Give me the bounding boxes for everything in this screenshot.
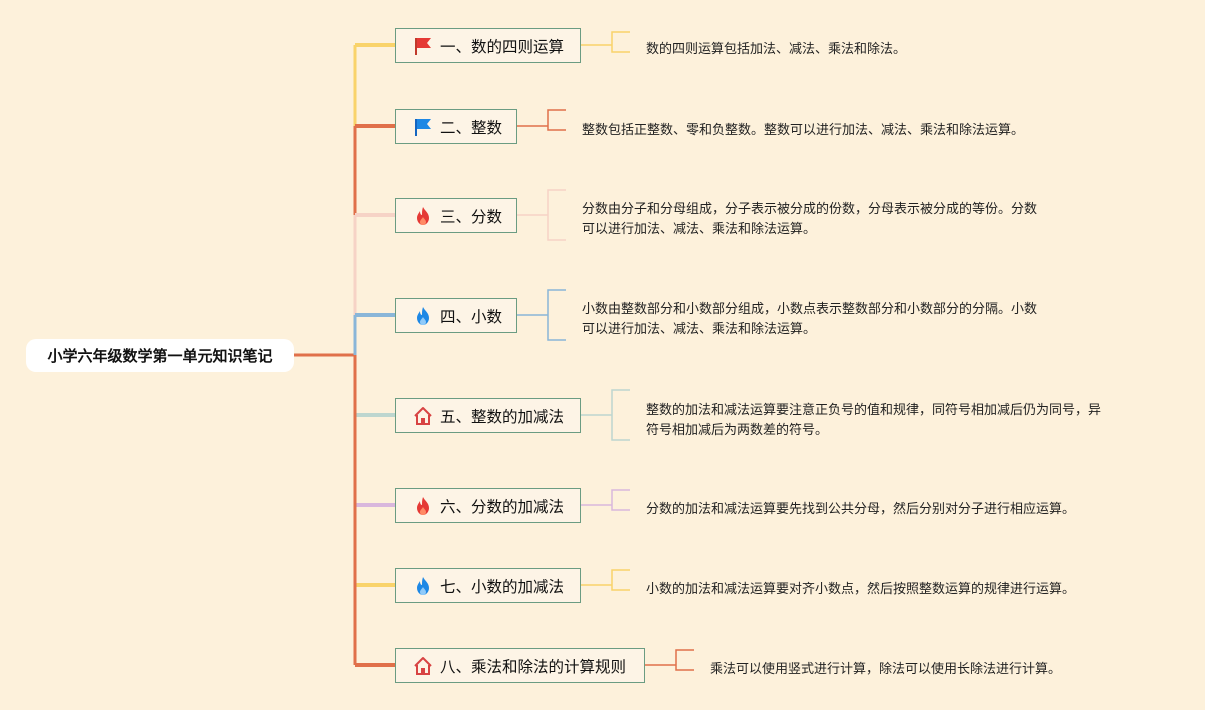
topic-note: 整数的加法和减法运算要注意正负号的值和规律，同符号相加减后仍为同号，异 符号相加减… — [646, 401, 1101, 441]
topic-note: 数的四则运算包括加法、减法、乘法和除法。 — [646, 40, 906, 60]
note-bracket — [547, 189, 566, 241]
topic-node[interactable]: 三、分数 — [395, 198, 517, 233]
topic-label: 一、数的四则运算 — [440, 37, 565, 56]
note-line: 整数包括正整数、零和负整数。整数可以进行加法、减法、乘法和除法运算。 — [582, 123, 1025, 138]
topic-label: 五、整数的加减法 — [440, 407, 565, 426]
note-bracket — [611, 569, 630, 591]
topic-node[interactable]: 八、乘法和除法的计算规则 — [395, 648, 645, 683]
note-bracket — [547, 109, 566, 131]
topic-node[interactable]: 七、小数的加减法 — [395, 568, 581, 603]
topic-node[interactable]: 二、整数 — [395, 109, 517, 144]
topic-note: 分数由分子和分母组成，分子表示被分成的份数，分母表示被分成的等份。分数 可以进行加… — [582, 200, 1037, 240]
topic-note: 分数的加法和减法运算要先找到公共分母，然后分别对分子进行相应运算。 — [646, 500, 1075, 520]
topic-label: 七、小数的加减法 — [440, 577, 565, 596]
note-bracket — [611, 489, 630, 511]
root-topic[interactable]: 小学六年级数学第一单元知识笔记 — [26, 339, 294, 372]
note-line: 数的四则运算包括加法、减法、乘法和除法。 — [646, 42, 907, 57]
topic-label: 八、乘法和除法的计算规则 — [440, 657, 627, 676]
mind-map-canvas: 小学六年级数学第一单元知识笔记 一、数的四则运算 数的四则运算包括加法、减法、乘法… — [0, 0, 1205, 710]
red-flag-icon — [412, 35, 434, 57]
note-bracket — [611, 31, 630, 53]
topic-label: 四、小数 — [440, 307, 503, 326]
house-icon — [412, 405, 434, 427]
note-line: 小数由整数部分和小数部分组成，小数点表示整数部分和小数部分的分隔。小数 — [582, 302, 1038, 317]
note-line: 乘法可以使用竖式进行计算，除法可以使用长除法进行计算。 — [710, 662, 1062, 677]
topic-node[interactable]: 五、整数的加减法 — [395, 398, 581, 433]
topic-label: 六、分数的加减法 — [440, 497, 565, 516]
topic-label: 三、分数 — [440, 207, 503, 226]
note-line: 可以进行加法、减法、乘法和除法运算。 — [582, 322, 817, 337]
blue-flag-icon — [412, 116, 434, 138]
topic-note: 小数由整数部分和小数部分组成，小数点表示整数部分和小数部分的分隔。小数 可以进行加… — [582, 300, 1037, 340]
blue-fire-icon — [412, 575, 434, 597]
topic-note: 小数的加法和减法运算要对齐小数点，然后按照整数运算的规律进行运算。 — [646, 580, 1075, 600]
topic-node[interactable]: 四、小数 — [395, 298, 517, 333]
note-line: 分数由分子和分母组成，分子表示被分成的份数，分母表示被分成的等份。分数 — [582, 202, 1038, 217]
fire-icon — [412, 495, 434, 517]
note-bracket — [547, 289, 566, 341]
topic-label: 二、整数 — [440, 118, 503, 137]
note-line: 整数的加法和减法运算要注意正负号的值和规律，同符号相加减后仍为同号，异 — [646, 403, 1102, 418]
topic-node[interactable]: 一、数的四则运算 — [395, 28, 581, 63]
topic-node[interactable]: 六、分数的加减法 — [395, 488, 581, 523]
note-bracket — [675, 649, 694, 671]
fire-icon — [412, 205, 434, 227]
note-line: 小数的加法和减法运算要对齐小数点，然后按照整数运算的规律进行运算。 — [646, 582, 1076, 597]
house-icon — [412, 655, 434, 677]
blue-fire-icon — [412, 305, 434, 327]
note-line: 可以进行加法、减法、乘法和除法运算。 — [582, 222, 817, 237]
note-line: 分数的加法和减法运算要先找到公共分母，然后分别对分子进行相应运算。 — [646, 502, 1076, 517]
topic-note: 整数包括正整数、零和负整数。整数可以进行加法、减法、乘法和除法运算。 — [582, 121, 1024, 141]
note-bracket — [611, 389, 630, 441]
note-line: 符号相加减后为两数差的符号。 — [646, 423, 829, 438]
topic-note: 乘法可以使用竖式进行计算，除法可以使用长除法进行计算。 — [710, 660, 1061, 680]
